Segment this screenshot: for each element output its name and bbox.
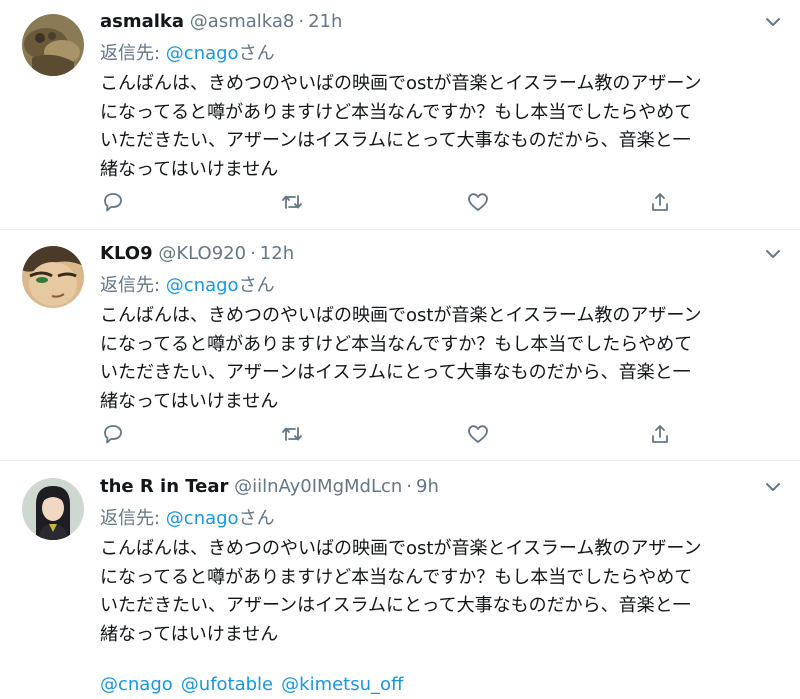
tweet-text-line: いただきたい、アザーンはイスラムにとって大事なものだから、音楽と一 [100, 595, 691, 616]
mention-link[interactable]: @kimetsu_off [281, 674, 403, 695]
reply-to-mention[interactable]: @cnago [166, 43, 239, 64]
avatar[interactable] [22, 478, 84, 540]
share-icon[interactable] [648, 422, 672, 446]
reply-to-prefix: 返信先: [100, 508, 166, 529]
tweet-actions [100, 422, 680, 448]
tweet-text-line: こんばんは、きめつのやいばの映画でostが音楽とイスラーム教のアザーン [100, 73, 702, 94]
heart-icon[interactable] [466, 422, 490, 446]
reply-icon[interactable] [101, 422, 125, 446]
tweet-text-line: 緒なってはいけません [100, 158, 279, 180]
separator-dot: · [250, 243, 256, 264]
reply-to-mention[interactable]: @cnago [166, 275, 239, 296]
tweet-text-line: になってると噂がありますけど本当なんですか？もし本当でしたらやめて [100, 333, 693, 355]
tweet-text-line: になってると噂がありますけど本当なんですか？もし本当でしたらやめて [100, 566, 693, 588]
reply-to-suffix: さん [238, 275, 275, 296]
separator-dot: · [406, 476, 413, 497]
timestamp[interactable]: 12h [260, 243, 294, 264]
tweet-text-line: 緒なってはいけません [100, 390, 279, 412]
heart-icon[interactable] [466, 190, 490, 214]
tweet-text-line: いただきたい、アザーンはイスラムにとって大事なものだから、音楽と一 [100, 130, 691, 151]
mention-link[interactable]: @cnago [100, 674, 173, 695]
reply-to: 返信先: @cnagoさん [100, 41, 275, 67]
tweet-text: こんばんは、きめつのやいばの映画でostが音楽とイスラーム教のアザーン になって… [100, 302, 780, 416]
tweet-text-line: になってると噂がありますけど本当なんですか？もし本当でしたらやめて [100, 101, 693, 123]
display-name[interactable]: the R in Tear [100, 476, 228, 497]
tweet-header: KLO9 @KLO920 · 12h [100, 241, 294, 267]
tweet-header: the R in Tear @iilnAy0IMgMdLcn · 9h [100, 474, 439, 500]
reply-to-suffix: さん [238, 43, 275, 64]
timestamp[interactable]: 9h [416, 476, 439, 497]
display-name[interactable]: asmalka [100, 11, 184, 32]
tweet-text-line: いただきたい、アザーンはイスラムにとって大事なものだから、音楽と一 [100, 362, 691, 383]
timestamp[interactable]: 21h [308, 11, 342, 32]
chevron-down-icon[interactable] [764, 478, 782, 496]
reply-to-prefix: 返信先: [100, 275, 166, 296]
tweet[interactable]: asmalka @asmalka8 · 21h 返信先: @cnagoさん こんばん… [0, 0, 800, 230]
avatar[interactable] [22, 246, 84, 308]
user-handle[interactable]: @KLO920 [158, 243, 246, 264]
tweet-header: asmalka @asmalka8 · 21h [100, 9, 342, 35]
reply-to: 返信先: @cnagoさん [100, 506, 275, 532]
tweet-text-line: 緒なってはいけません [100, 623, 279, 645]
reply-to-prefix: 返信先: [100, 43, 166, 64]
user-handle[interactable]: @asmalka8 [190, 11, 295, 32]
display-name[interactable]: KLO9 [100, 243, 153, 264]
retweet-icon[interactable] [280, 190, 304, 214]
share-icon[interactable] [648, 190, 672, 214]
reply-icon[interactable] [101, 190, 125, 214]
tweet-text-line: こんばんは、きめつのやいばの映画でostが音楽とイスラーム教のアザーン [100, 305, 702, 326]
separator-dot: · [298, 11, 305, 32]
user-handle[interactable]: @iilnAy0IMgMdLcn [234, 476, 402, 497]
tweet-text: こんばんは、きめつのやいばの映画でostが音楽とイスラーム教のアザーン になって… [100, 535, 780, 649]
retweet-icon[interactable] [280, 422, 304, 446]
tweet-text-line: こんばんは、きめつのやいばの映画でostが音楽とイスラーム教のアザーン [100, 538, 702, 559]
mention-link[interactable]: @ufotable [181, 674, 273, 695]
tweet[interactable]: KLO9 @KLO920 · 12h 返信先: @cnagoさん こんばんは、きめつ… [0, 230, 800, 461]
chevron-down-icon[interactable] [764, 13, 782, 31]
tweet-text: こんばんは、きめつのやいばの映画でostが音楽とイスラーム教のアザーン になって… [100, 70, 780, 184]
chevron-down-icon[interactable] [764, 245, 782, 263]
avatar[interactable] [22, 14, 84, 76]
tweet[interactable]: the R in Tear @iilnAy0IMgMdLcn · 9h 返信先: @… [0, 461, 800, 695]
reply-to-mention[interactable]: @cnago [166, 508, 239, 529]
tweet-mentions: @cnago @ufotable @kimetsu_off [100, 671, 411, 699]
tweet-actions [100, 190, 680, 216]
reply-to: 返信先: @cnagoさん [100, 273, 275, 299]
reply-to-suffix: さん [238, 508, 275, 529]
